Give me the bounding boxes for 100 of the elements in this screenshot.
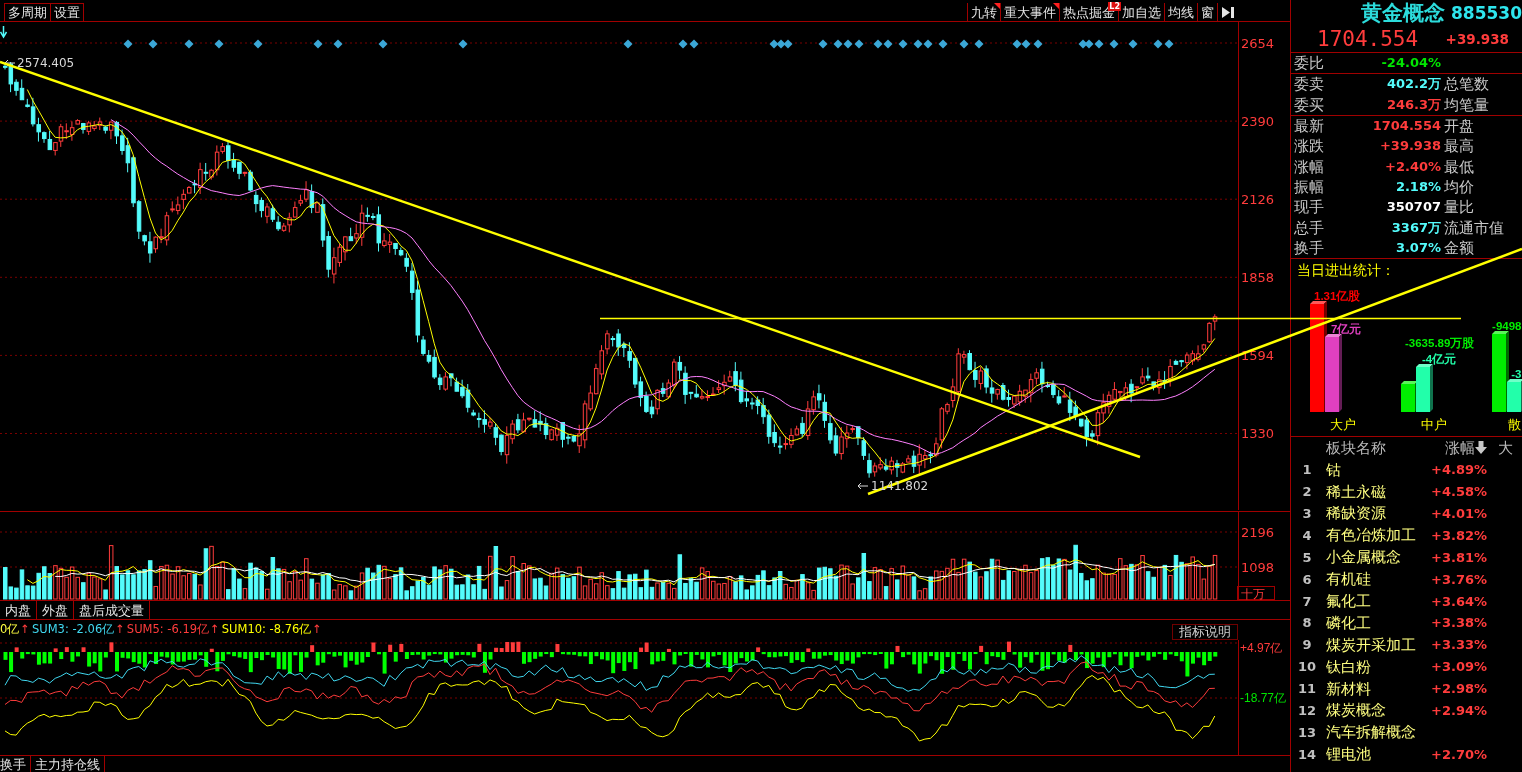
diamond-marker-icon	[843, 39, 853, 49]
down-arrow-icon	[0, 25, 8, 39]
diamond-marker-icon	[214, 39, 224, 49]
diamond-marker-icon	[938, 39, 948, 49]
unit-label: 十万	[1237, 586, 1275, 600]
bar-reading: -4亿元	[1422, 352, 1457, 365]
toolbar-button[interactable]: 九转	[967, 3, 1000, 21]
column-header[interactable]: 板块名称	[1326, 436, 1386, 460]
histogram-bar	[14, 647, 19, 652]
indicator-help-button[interactable]: 指标说明	[1172, 624, 1238, 640]
rank-number: 6	[1301, 570, 1313, 589]
tab[interactable]: 内盘	[0, 601, 37, 619]
histogram-bar	[555, 644, 560, 652]
price-axis-label: 2390	[1241, 113, 1275, 129]
legend-value: 0亿	[0, 621, 20, 639]
stat-label: 最高	[1443, 136, 1474, 157]
tab[interactable]: 盘后成交量	[74, 601, 150, 619]
last-price: 1704.554	[1317, 26, 1419, 52]
stat-label: 量比	[1443, 197, 1474, 218]
rank-number: 14	[1296, 745, 1318, 764]
histogram-bar	[895, 645, 900, 652]
stat-value: -24.04%	[1380, 54, 1441, 73]
diamond-marker-icon	[898, 39, 908, 49]
diamond-marker-icon	[1164, 39, 1174, 49]
histogram-bar	[64, 647, 69, 652]
diamond-marker-icon	[873, 39, 883, 49]
toolbar-button[interactable]: 窗	[1197, 3, 1217, 21]
volume-axis-label: 2196	[1241, 524, 1275, 540]
stat-label: 振幅	[1293, 176, 1325, 197]
stat-label: 均笔量	[1443, 94, 1489, 115]
sector-name[interactable]: 汽车拆解概念	[1323, 721, 1435, 744]
stat-value: 350707	[1385, 198, 1441, 217]
tab[interactable]: 外盘	[37, 601, 74, 619]
diamond-marker-icon	[1021, 39, 1031, 49]
diamond-marker-icon	[1153, 39, 1163, 49]
diamond-marker-icon	[959, 39, 969, 49]
column-header[interactable]: 涨幅	[1445, 436, 1475, 460]
bar-reading: 1.31亿股	[1314, 289, 1361, 302]
left-arrow-icon	[4, 59, 16, 67]
diamond-marker-icon	[1094, 39, 1104, 49]
diamond-marker-icon	[1033, 39, 1043, 49]
diamond-marker-icon	[923, 39, 933, 49]
rank-number: 5	[1301, 548, 1313, 567]
section-title: 当日进出统计：	[1296, 260, 1396, 280]
high-price-label: 2574.405	[17, 56, 75, 70]
stat-label: 开盘	[1443, 116, 1474, 137]
stat-value: +2.40%	[1384, 157, 1441, 176]
histogram-bar	[979, 645, 984, 652]
histogram-bar	[806, 648, 811, 652]
toolbar-button[interactable]: 重大事件	[1000, 3, 1059, 21]
rank-number: 7	[1301, 592, 1313, 611]
diamond-marker-icon	[333, 39, 343, 49]
histogram-bar	[371, 642, 376, 652]
up-arrow-icon: ↑	[115, 621, 125, 639]
index-name: 黄金概念	[1361, 0, 1445, 26]
stat-label: 换手	[1293, 237, 1325, 258]
diamond-marker-icon	[623, 39, 633, 49]
rank-number: 12	[1296, 701, 1318, 720]
diamond-marker-icon	[1084, 39, 1094, 49]
diamond-marker-icon	[1109, 39, 1119, 49]
up-arrow-icon: ↑	[312, 621, 322, 639]
histogram-bar	[399, 643, 404, 652]
price-axis-label: 1330	[1241, 426, 1275, 441]
stat-value: +39.938	[1378, 137, 1441, 156]
stat-value: 2.18%	[1394, 177, 1441, 196]
tab[interactable]: 主力持仓线	[31, 756, 105, 772]
stat-label: 总笔数	[1443, 74, 1489, 95]
column-header[interactable]: 大	[1498, 436, 1513, 460]
diamond-marker-icon	[776, 39, 786, 49]
indicator-axis-label: -18.77亿	[1240, 691, 1287, 705]
volume-axis-label: 1098	[1241, 559, 1275, 575]
price-axis-label: 2126	[1241, 191, 1275, 207]
rank-number: 2	[1301, 483, 1313, 502]
stat-value: 246.3万	[1385, 95, 1441, 114]
stat-label: 最新	[1293, 116, 1325, 137]
bar-reading: -9498	[1492, 319, 1522, 332]
stat-value: 402.2万	[1385, 75, 1441, 94]
index-code: 885530	[1451, 2, 1522, 25]
diamond-marker-icon	[783, 39, 793, 49]
price-change: +39.938	[1445, 29, 1509, 49]
diamond-marker-icon	[378, 39, 388, 49]
tab[interactable]: 换手	[0, 756, 31, 772]
diamond-marker-icon	[1012, 39, 1022, 49]
toolbar-button[interactable]: 多周期	[4, 3, 51, 21]
histogram-bar	[109, 642, 114, 652]
stat-label: 金额	[1443, 237, 1474, 258]
bar-reading: -3	[1511, 367, 1522, 380]
stat-value: 1704.554	[1371, 117, 1441, 136]
stat-label: 现手	[1293, 197, 1325, 218]
histogram-bar	[81, 647, 86, 652]
price-axis-label: 1594	[1241, 347, 1275, 363]
stat-label: 委买	[1293, 94, 1325, 115]
histogram-bar	[756, 647, 761, 652]
bar-reading: 7亿元	[1331, 322, 1362, 335]
diamond-marker-icon	[818, 39, 828, 49]
toolbar-button[interactable]: 设置	[51, 3, 84, 21]
rank-number: 9	[1301, 636, 1313, 655]
corner-badge: L2	[1108, 2, 1121, 11]
toolbar-button[interactable]: 均线	[1164, 3, 1197, 21]
price-axis-label: 2654	[1241, 35, 1275, 51]
